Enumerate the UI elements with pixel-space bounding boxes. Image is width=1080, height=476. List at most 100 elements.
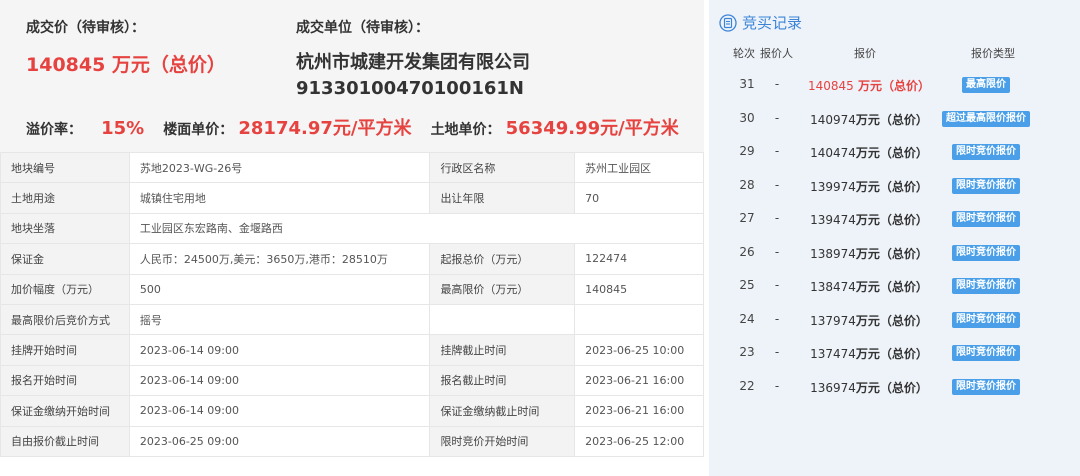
- increment-value: 500: [128, 273, 431, 305]
- deposit-start-value: 2023-06-14 09:00: [128, 395, 431, 427]
- bid-type-badge: 超过最高限价报价: [942, 110, 1030, 127]
- deal-company: 杭州市城建开发集团有限公司 91330100470100161N: [296, 50, 530, 102]
- bid-round: 23: [739, 345, 755, 359]
- table-row: 最高限价后竞价方式 摇号: [0, 303, 704, 336]
- bid-bidder: -: [774, 244, 780, 259]
- bid-round: 25: [739, 278, 755, 292]
- district-label: 行政区名称: [429, 151, 576, 184]
- bid-type-badge: 限时竞价报价: [952, 378, 1020, 395]
- table-row: 土地用途 城镇住宅用地 出让年限 70: [0, 182, 704, 214]
- land-price-label: 土地单价：: [430, 122, 501, 138]
- bid-round: 30: [739, 110, 755, 125]
- signup-end-value: 2023-06-21 16:00: [574, 364, 704, 397]
- table-row: 保证金缴纳开始时间 2023-06-14 09:00 保证金缴纳截止时间 202…: [0, 395, 704, 427]
- premium-rate-label: 溢价率：: [26, 122, 82, 138]
- col-header-type: 报价类型: [971, 47, 1015, 60]
- bid-bidder: -: [774, 177, 780, 192]
- term-value: 70: [574, 182, 704, 214]
- deal-summary: 成交价（待审核）： 成交单位（待审核）： 140845 万元（总价） 杭州市城建…: [0, 0, 704, 152]
- bid-round: 31: [739, 77, 755, 91]
- deposit-start-label: 保证金缴纳开始时间: [0, 395, 130, 427]
- term-label: 出让年限: [429, 182, 576, 214]
- bid-amount: 136974: [810, 380, 856, 395]
- listing-end-value: 2023-06-25 10:00: [574, 334, 704, 366]
- bid-record-row: 29 - 140474万元（总价） 限时竞价报价: [709, 142, 1080, 162]
- land-info-panel: 成交价（待审核）： 成交单位（待审核）： 140845 万元（总价） 杭州市城建…: [0, 0, 705, 476]
- location-value: 工业园区东宏路南、金堰路西: [128, 212, 705, 245]
- floor-price-label: 楼面单价：: [163, 122, 234, 138]
- bid-amount: 137974: [810, 313, 856, 328]
- bid-amount: 140474: [810, 146, 856, 160]
- bid-price: 138974万元（总价）: [797, 245, 941, 262]
- usage-value: 城镇住宅用地: [128, 182, 431, 214]
- bid-unit: 万元（总价）: [855, 213, 928, 227]
- limited-bid-start-label: 限时竞价开始时间: [429, 425, 576, 457]
- bid-records-title-text: 竞买记录: [742, 14, 803, 32]
- bid-type-badge: 限时竞价报价: [952, 177, 1020, 194]
- table-row: 地块编号 苏地2023-WG-26号 行政区名称 苏州工业园区: [0, 151, 704, 184]
- bid-record-row: 24 - 137974万元（总价） 限时竞价报价: [709, 310, 1080, 330]
- col-header-price: 报价: [854, 47, 876, 60]
- location-label: 地块坐落: [0, 212, 130, 245]
- start-price-value: 122474: [574, 243, 704, 275]
- bid-type-badge: 限时竞价报价: [952, 211, 1020, 227]
- deposit-end-value: 2023-06-21 16:00: [574, 395, 704, 427]
- deal-unit-label: 成交单位（待审核）：: [296, 20, 429, 36]
- max-price-label: 最高限价（万元）: [429, 273, 576, 305]
- bid-type-badge: 限时竞价报价: [952, 278, 1020, 294]
- bid-bidder: -: [774, 110, 780, 125]
- bid-price: 136974万元（总价）: [797, 379, 941, 396]
- bid-bidder: -: [774, 77, 780, 91]
- bid-price: 139474万元（总价）: [797, 211, 941, 228]
- bid-unit: 万元（总价）: [855, 347, 928, 361]
- table-row: 自由报价截止时间 2023-06-25 09:00 限时竞价开始时间 2023-…: [0, 425, 704, 457]
- listing-start-value: 2023-06-14 09:00: [128, 334, 431, 366]
- bid-amount: 137474: [810, 347, 856, 361]
- bid-unit: 万元（总价）: [855, 179, 928, 194]
- bid-record-row: 31 - 140845 万元（总价） 最高限价: [709, 75, 1080, 95]
- bid-round: 29: [739, 144, 755, 158]
- empty-cell: [574, 303, 704, 336]
- bid-type-badge: 限时竞价报价: [952, 144, 1020, 160]
- bid-bidder: -: [774, 144, 780, 158]
- table-row: 加价幅度（万元） 500 最高限价（万元） 140845: [0, 273, 704, 305]
- free-bid-end-value: 2023-06-25 09:00: [128, 425, 431, 457]
- bid-price: 140845 万元（总价）: [797, 77, 941, 94]
- plot-no-value: 苏地2023-WG-26号: [128, 151, 431, 184]
- bid-price: 139974万元（总价）: [797, 178, 941, 195]
- bid-round: 27: [739, 211, 755, 225]
- increment-label: 加价幅度（万元）: [0, 273, 130, 305]
- land-price-value: 56349.99元/平方米: [505, 118, 679, 139]
- bid-bidder: -: [774, 211, 780, 225]
- bid-record-row: 28 - 139974万元（总价） 限时竞价报价: [709, 176, 1080, 196]
- bid-unit: 万元（总价）: [855, 380, 928, 395]
- col-header-bidder: 报价人: [760, 47, 793, 60]
- bid-unit: 万元（总价）: [855, 112, 928, 127]
- deposit-value: 人民币：24500万,美元：3650万,港币：28510万: [128, 243, 431, 275]
- bid-unit: 万元（总价）: [855, 280, 928, 294]
- bid-record-row: 23 - 137474万元（总价） 限时竞价报价: [709, 343, 1080, 363]
- deposit-end-label: 保证金缴纳截止时间: [429, 395, 576, 427]
- bid-type-badge: 最高限价: [962, 77, 1010, 93]
- bid-price: 137474万元（总价）: [797, 345, 941, 362]
- company-name: 杭州市城建开发集团有限公司: [296, 52, 530, 73]
- document-icon: [719, 13, 737, 32]
- bid-round: 26: [739, 244, 755, 259]
- bid-price: 137974万元（总价）: [797, 312, 941, 329]
- limited-bid-start-value: 2023-06-25 12:00: [574, 425, 704, 457]
- bid-unit: 万元（总价）: [853, 79, 930, 93]
- floor-price-value: 28174.97元/平方米: [238, 118, 412, 139]
- bid-type-badge: 限时竞价报价: [952, 345, 1020, 361]
- deal-price: 140845 万元（总价）: [26, 54, 226, 76]
- table-row: 挂牌开始时间 2023-06-14 09:00 挂牌截止时间 2023-06-2…: [0, 334, 704, 366]
- land-info-table: 地块编号 苏地2023-WG-26号 行政区名称 苏州工业园区 土地用途 城镇住…: [0, 151, 705, 457]
- company-code: 91330100470100161N: [296, 78, 524, 99]
- max-price-value: 140845: [574, 273, 704, 305]
- bid-amount: 140974: [810, 112, 856, 127]
- bid-record-row: 22 - 136974万元（总价） 限时竞价报价: [709, 377, 1080, 397]
- bid-round: 28: [739, 177, 755, 192]
- bid-record-row: 25 - 138474万元（总价） 限时竞价报价: [709, 276, 1080, 296]
- signup-start-value: 2023-06-14 09:00: [128, 364, 431, 397]
- bid-round: 22: [739, 378, 755, 393]
- empty-cell: [429, 303, 576, 336]
